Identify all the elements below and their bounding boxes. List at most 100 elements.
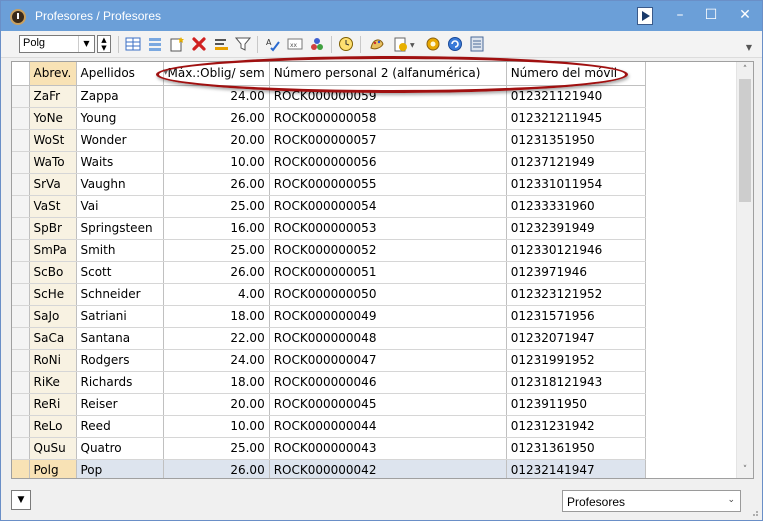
row-selector[interactable] — [12, 371, 30, 394]
table-row[interactable]: SmPa Smith 25.00 ROCK000000052 012330121946 — [12, 239, 646, 262]
cell-max-obligation[interactable]: 18.00 — [163, 305, 270, 328]
column-header-max-obligation[interactable]: Máx.:Oblig/ sem — [163, 62, 270, 86]
cell-surname[interactable]: Reiser — [76, 393, 164, 416]
cell-personal-number-2[interactable]: ROCK000000042 — [269, 459, 507, 478]
cell-abbreviation[interactable]: ScHe — [29, 283, 77, 306]
scrollbar-thumb[interactable] — [739, 79, 751, 202]
row-selector[interactable] — [12, 217, 30, 240]
cell-personal-number-2[interactable]: ROCK000000049 — [269, 305, 507, 328]
cell-abbreviation[interactable]: ScBo — [29, 261, 77, 284]
cell-abbreviation[interactable]: SrVa — [29, 173, 77, 196]
cell-abbreviation[interactable]: YoNe — [29, 107, 77, 130]
table-row[interactable]: SpBr Springsteen 16.00 ROCK000000053 0123239… — [12, 217, 646, 240]
cell-max-obligation[interactable]: 24.00 — [163, 349, 270, 372]
cell-max-obligation[interactable]: 4.00 — [163, 283, 270, 306]
row-selector[interactable] — [12, 415, 30, 438]
cell-personal-number-2[interactable]: ROCK000000058 — [269, 107, 507, 130]
cell-abbreviation[interactable]: SaJo — [29, 305, 77, 328]
column-header-abbreviation[interactable]: Abrev. — [29, 62, 77, 86]
table-row[interactable]: VaSt Vai 25.00 ROCK000000054 01233331960 — [12, 195, 646, 218]
cell-surname[interactable]: Wonder — [76, 129, 164, 152]
cell-mobile-number[interactable]: 012318121943 — [506, 371, 646, 394]
cell-mobile-number[interactable]: 01231571956 — [506, 305, 646, 328]
cell-personal-number-2[interactable]: ROCK000000057 — [269, 129, 507, 152]
cell-personal-number-2[interactable]: ROCK000000056 — [269, 151, 507, 174]
cell-personal-number-2[interactable]: ROCK000000045 — [269, 393, 507, 416]
cell-max-obligation[interactable]: 25.00 — [163, 195, 270, 218]
cell-max-obligation[interactable]: 16.00 — [163, 217, 270, 240]
row-selector[interactable] — [12, 459, 30, 478]
table-row[interactable]: ScBo Scott 26.00 ROCK000000051 0123971946 — [12, 261, 646, 284]
table-row[interactable]: SrVa Vaughn 26.00 ROCK000000055 012331011954 — [12, 173, 646, 196]
group-icon[interactable] — [309, 36, 325, 52]
cell-max-obligation[interactable]: 26.00 — [163, 459, 270, 478]
table-row[interactable]: WoSt Wonder 20.00 ROCK000000057 01231351950 — [12, 129, 646, 152]
cell-surname[interactable]: Vai — [76, 195, 164, 218]
cell-personal-number-2[interactable]: ROCK000000050 — [269, 283, 507, 306]
cell-personal-number-2[interactable]: ROCK000000043 — [269, 437, 507, 460]
table-row[interactable]: RoNi Rodgers 24.00 ROCK000000047 01231991952 — [12, 349, 646, 372]
row-selector[interactable] — [12, 327, 30, 350]
cell-max-obligation[interactable]: 20.00 — [163, 129, 270, 152]
cell-mobile-number[interactable]: 01232141947 — [506, 459, 646, 478]
table-row[interactable]: QuSu Quatro 25.00 ROCK000000043 01231361950 — [12, 437, 646, 460]
delete-icon[interactable] — [191, 36, 207, 52]
table-row[interactable]: ScHe Schneider 4.00 ROCK000000050 0123231219… — [12, 283, 646, 306]
table-row[interactable]: YoNe Young 26.00 ROCK000000058 012321211945 — [12, 107, 646, 130]
cell-max-obligation[interactable]: 20.00 — [163, 393, 270, 416]
scroll-up-icon[interactable]: ˄ — [737, 62, 753, 78]
element-selector[interactable]: Polg ▼ — [19, 35, 95, 53]
cell-mobile-number[interactable]: 012330121946 — [506, 239, 646, 262]
cell-abbreviation[interactable]: RoNi — [29, 349, 77, 372]
new-row-icon[interactable] — [125, 36, 141, 52]
cell-mobile-number[interactable]: 012323121952 — [506, 283, 646, 306]
row-selector[interactable] — [12, 85, 30, 108]
settings-icon[interactable] — [369, 36, 385, 52]
cell-mobile-number[interactable]: 0123911950 — [506, 393, 646, 416]
cell-surname[interactable]: Smith — [76, 239, 164, 262]
table-row[interactable]: SaCa Santana 22.00 ROCK000000048 01232071947 — [12, 327, 646, 350]
cell-abbreviation[interactable]: Polg — [29, 459, 77, 478]
cell-surname[interactable]: Waits — [76, 151, 164, 174]
cell-personal-number-2[interactable]: ROCK000000044 — [269, 415, 507, 438]
cell-personal-number-2[interactable]: ROCK000000059 — [269, 85, 507, 108]
spellcheck-icon[interactable]: A — [265, 36, 281, 52]
cell-surname[interactable]: Rodgers — [76, 349, 164, 372]
cell-personal-number-2[interactable]: ROCK000000048 — [269, 327, 507, 350]
row-selector[interactable] — [12, 283, 30, 306]
cell-abbreviation[interactable]: SpBr — [29, 217, 77, 240]
cell-surname[interactable]: Santana — [76, 327, 164, 350]
cell-personal-number-2[interactable]: ROCK000000053 — [269, 217, 507, 240]
row-selector[interactable] — [12, 305, 30, 328]
cell-mobile-number[interactable]: 01231351950 — [506, 129, 646, 152]
cell-abbreviation[interactable]: ReLo — [29, 415, 77, 438]
row-selector[interactable] — [12, 151, 30, 174]
cell-surname[interactable]: Schneider — [76, 283, 164, 306]
row-selector[interactable] — [12, 239, 30, 262]
row-selector[interactable] — [12, 129, 30, 152]
column-header-personal-number-2[interactable]: Número personal 2 (alfanumérica) — [269, 62, 507, 86]
cell-surname[interactable]: Young — [76, 107, 164, 130]
cell-abbreviation[interactable]: WoSt — [29, 129, 77, 152]
cell-mobile-number[interactable]: 01232071947 — [506, 327, 646, 350]
row-selector-header[interactable] — [12, 62, 30, 86]
cell-surname[interactable]: Satriani — [76, 305, 164, 328]
cell-mobile-number[interactable]: 012321121940 — [506, 85, 646, 108]
cell-surname[interactable]: Richards — [76, 371, 164, 394]
cell-mobile-number[interactable]: 012331011954 — [506, 173, 646, 196]
cell-personal-number-2[interactable]: ROCK000000052 — [269, 239, 507, 262]
scroll-down-icon[interactable]: ˅ — [737, 462, 753, 478]
cell-surname[interactable]: Scott — [76, 261, 164, 284]
new-record-icon[interactable] — [169, 36, 185, 52]
sort-icon[interactable] — [213, 36, 229, 52]
column-header-surname[interactable]: Apellidos — [76, 62, 164, 86]
row-selector[interactable] — [12, 437, 30, 460]
toolbar-overflow-icon[interactable]: ▼ — [746, 43, 752, 52]
bottom-menu-dropdown[interactable]: ▼ — [11, 490, 31, 510]
row-selector[interactable] — [12, 107, 30, 130]
row-selector[interactable] — [12, 195, 30, 218]
close-button[interactable]: ✕ — [727, 1, 763, 31]
cell-mobile-number[interactable]: 01231231942 — [506, 415, 646, 438]
table-row[interactable]: SaJo Satriani 18.00 ROCK000000049 0123157195… — [12, 305, 646, 328]
cell-mobile-number[interactable]: 01232391949 — [506, 217, 646, 240]
